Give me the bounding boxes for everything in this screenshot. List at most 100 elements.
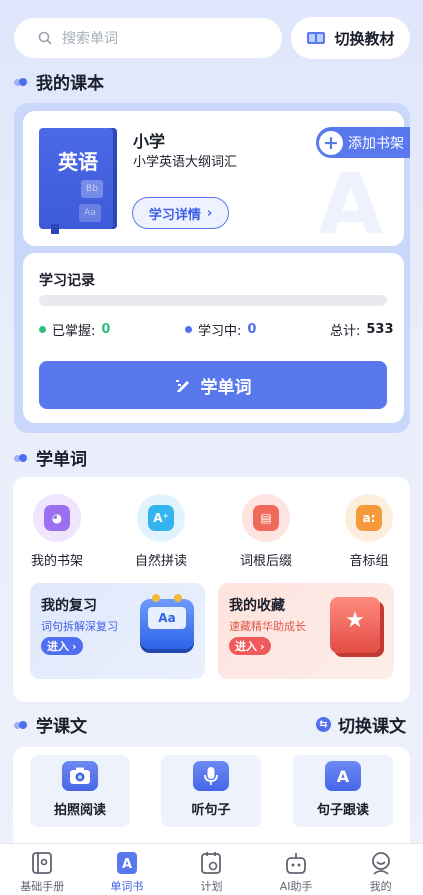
collection-enter-label: 进入: [235, 640, 257, 653]
svg-text:A: A: [122, 857, 132, 872]
collection-subtitle: 速藏精华助成长: [229, 620, 306, 633]
collection-enter-button[interactable]: 进入 ›: [229, 637, 271, 655]
section-dot-icon: [14, 77, 28, 86]
tab-ai-assistant[interactable]: AI助手: [261, 850, 331, 894]
mastered-value: 0: [101, 322, 111, 337]
book-level: 小学: [133, 132, 166, 151]
tool-phonics[interactable]: A⁺ 自然拼读: [121, 494, 201, 569]
tile-listen-sentences[interactable]: 听句子: [161, 755, 261, 827]
switch-textbook-button[interactable]: 切换教材: [291, 17, 410, 59]
add-to-shelf-label: 添加书架: [348, 135, 404, 152]
my-collection-card[interactable]: 我的收藏 速藏精华助成长 进入 › ★: [218, 583, 394, 679]
learning-stat: 学习中: 0: [185, 320, 256, 339]
plan-icon: [199, 850, 223, 876]
switch-textbook-label: 切换教材: [334, 29, 395, 48]
total-label: 总计:: [330, 324, 361, 339]
learn-words-label: 学单词: [200, 377, 252, 398]
collection-illustration-icon: ★: [330, 597, 380, 653]
tile-photo-reading[interactable]: 拍照阅读: [30, 755, 130, 827]
tool-roots-suffixes[interactable]: ▤ 词根后缀: [226, 494, 306, 569]
book-name: 小学英语大纲词汇: [133, 155, 238, 170]
my-textbook-heading: 我的课本: [14, 69, 104, 94]
mastered-stat: 已掌握: 0: [39, 320, 110, 339]
tool-label: 我的书架: [30, 554, 83, 569]
total-value: 533: [366, 322, 394, 337]
tool-label: 音标组: [349, 554, 389, 569]
chevron-right-icon: ›: [260, 639, 265, 653]
my-textbook-title: 我的课本: [36, 74, 104, 94]
tile-label: 拍照阅读: [53, 803, 106, 818]
profile-icon: [369, 850, 393, 876]
root-book-icon: ▤: [242, 494, 290, 542]
swap-icon: ⇆: [316, 717, 331, 732]
add-to-shelf-button[interactable]: + 添加书架: [316, 127, 410, 158]
tile-read-along[interactable]: A 句子跟读: [293, 755, 393, 827]
review-enter-button[interactable]: 进入 ›: [41, 637, 83, 655]
tab-label: 我的: [369, 880, 392, 893]
learning-label: 学习中:: [198, 324, 242, 339]
tool-label: 词根后缀: [239, 554, 292, 569]
learn-text-title: 学课文: [36, 717, 87, 737]
review-illustration-icon: Aa: [140, 594, 194, 649]
section-dot-icon: [14, 720, 28, 729]
study-record-title: 学习记录: [39, 273, 95, 289]
review-subtitle: 词句拆解深复习: [41, 620, 118, 633]
robot-icon: [284, 850, 308, 876]
tile-label: 句子跟读: [316, 803, 369, 818]
cover-title: 英语: [58, 150, 98, 174]
tab-label: AI助手: [279, 880, 313, 893]
wordbook-icon: A: [115, 850, 139, 876]
book-cover[interactable]: 英语 Bb Aa: [39, 128, 117, 234]
mastered-dot-icon: [39, 326, 46, 333]
search-placeholder: 搜索单词: [62, 31, 118, 47]
learn-words-button[interactable]: 学单词: [39, 361, 387, 409]
mastered-label: 已掌握:: [52, 324, 96, 339]
read-along-icon: A: [325, 761, 361, 791]
phonics-icon: A⁺: [137, 494, 185, 542]
pen-icon: [175, 380, 189, 392]
tool-label: 自然拼读: [134, 554, 187, 569]
tab-basic-handbook[interactable]: 基础手册: [7, 850, 77, 894]
cover-decoration-aa: Aa: [79, 204, 101, 222]
tab-me[interactable]: 我的: [346, 850, 416, 894]
bookmark-ribbon: [51, 224, 59, 234]
watermark-letter: A: [318, 155, 384, 253]
chevron-right-icon: ›: [206, 205, 213, 221]
phonetic-icon: a:: [345, 494, 393, 542]
section-dot-icon: [14, 453, 28, 462]
study-details-label: 学习详情: [148, 207, 201, 223]
learn-words-heading: 学单词: [14, 445, 87, 470]
chevron-right-icon: ›: [72, 639, 77, 653]
learning-value: 0: [247, 322, 257, 337]
handbook-icon: [30, 850, 54, 876]
tool-my-bookshelf[interactable]: ◕ 我的书架: [17, 494, 97, 569]
learn-words-title: 学单词: [36, 450, 87, 470]
learn-text-heading: 学课文: [14, 712, 87, 737]
study-details-button[interactable]: 学习详情 ›: [132, 197, 229, 229]
total-stat: 总计: 533: [330, 320, 394, 339]
tab-wordbook[interactable]: A 单词书: [92, 850, 162, 894]
bookshelf-icon: ◕: [33, 494, 81, 542]
tab-label: 基础手册: [20, 880, 65, 893]
tile-label: 听句子: [191, 803, 231, 818]
cover-decoration-bb: Bb: [81, 180, 103, 198]
tab-plan[interactable]: 计划: [176, 850, 246, 894]
study-progress-bar: [39, 295, 387, 306]
review-title: 我的复习: [41, 598, 97, 614]
my-review-card[interactable]: 我的复习 词句拆解深复习 进入 › Aa: [30, 583, 205, 679]
tool-phonetic-groups[interactable]: a: 音标组: [329, 494, 409, 569]
tab-label: 计划: [200, 880, 223, 893]
plus-icon: +: [319, 130, 343, 155]
switch-text-button[interactable]: ⇆ 切换课文: [316, 712, 406, 737]
tab-label: 单词书: [110, 880, 144, 893]
search-input[interactable]: 搜索单词: [14, 18, 282, 58]
learning-dot-icon: [185, 326, 192, 333]
switch-text-label: 切换课文: [338, 717, 406, 737]
review-enter-label: 进入: [47, 640, 69, 653]
book-icon: [307, 32, 326, 44]
search-icon: [38, 31, 52, 45]
microphone-icon: [193, 761, 229, 791]
bottom-tab-bar: 基础手册 A 单词书 计划 AI助手 我的: [0, 843, 423, 895]
camera-icon: [62, 761, 98, 791]
review-badge: Aa: [148, 607, 186, 629]
